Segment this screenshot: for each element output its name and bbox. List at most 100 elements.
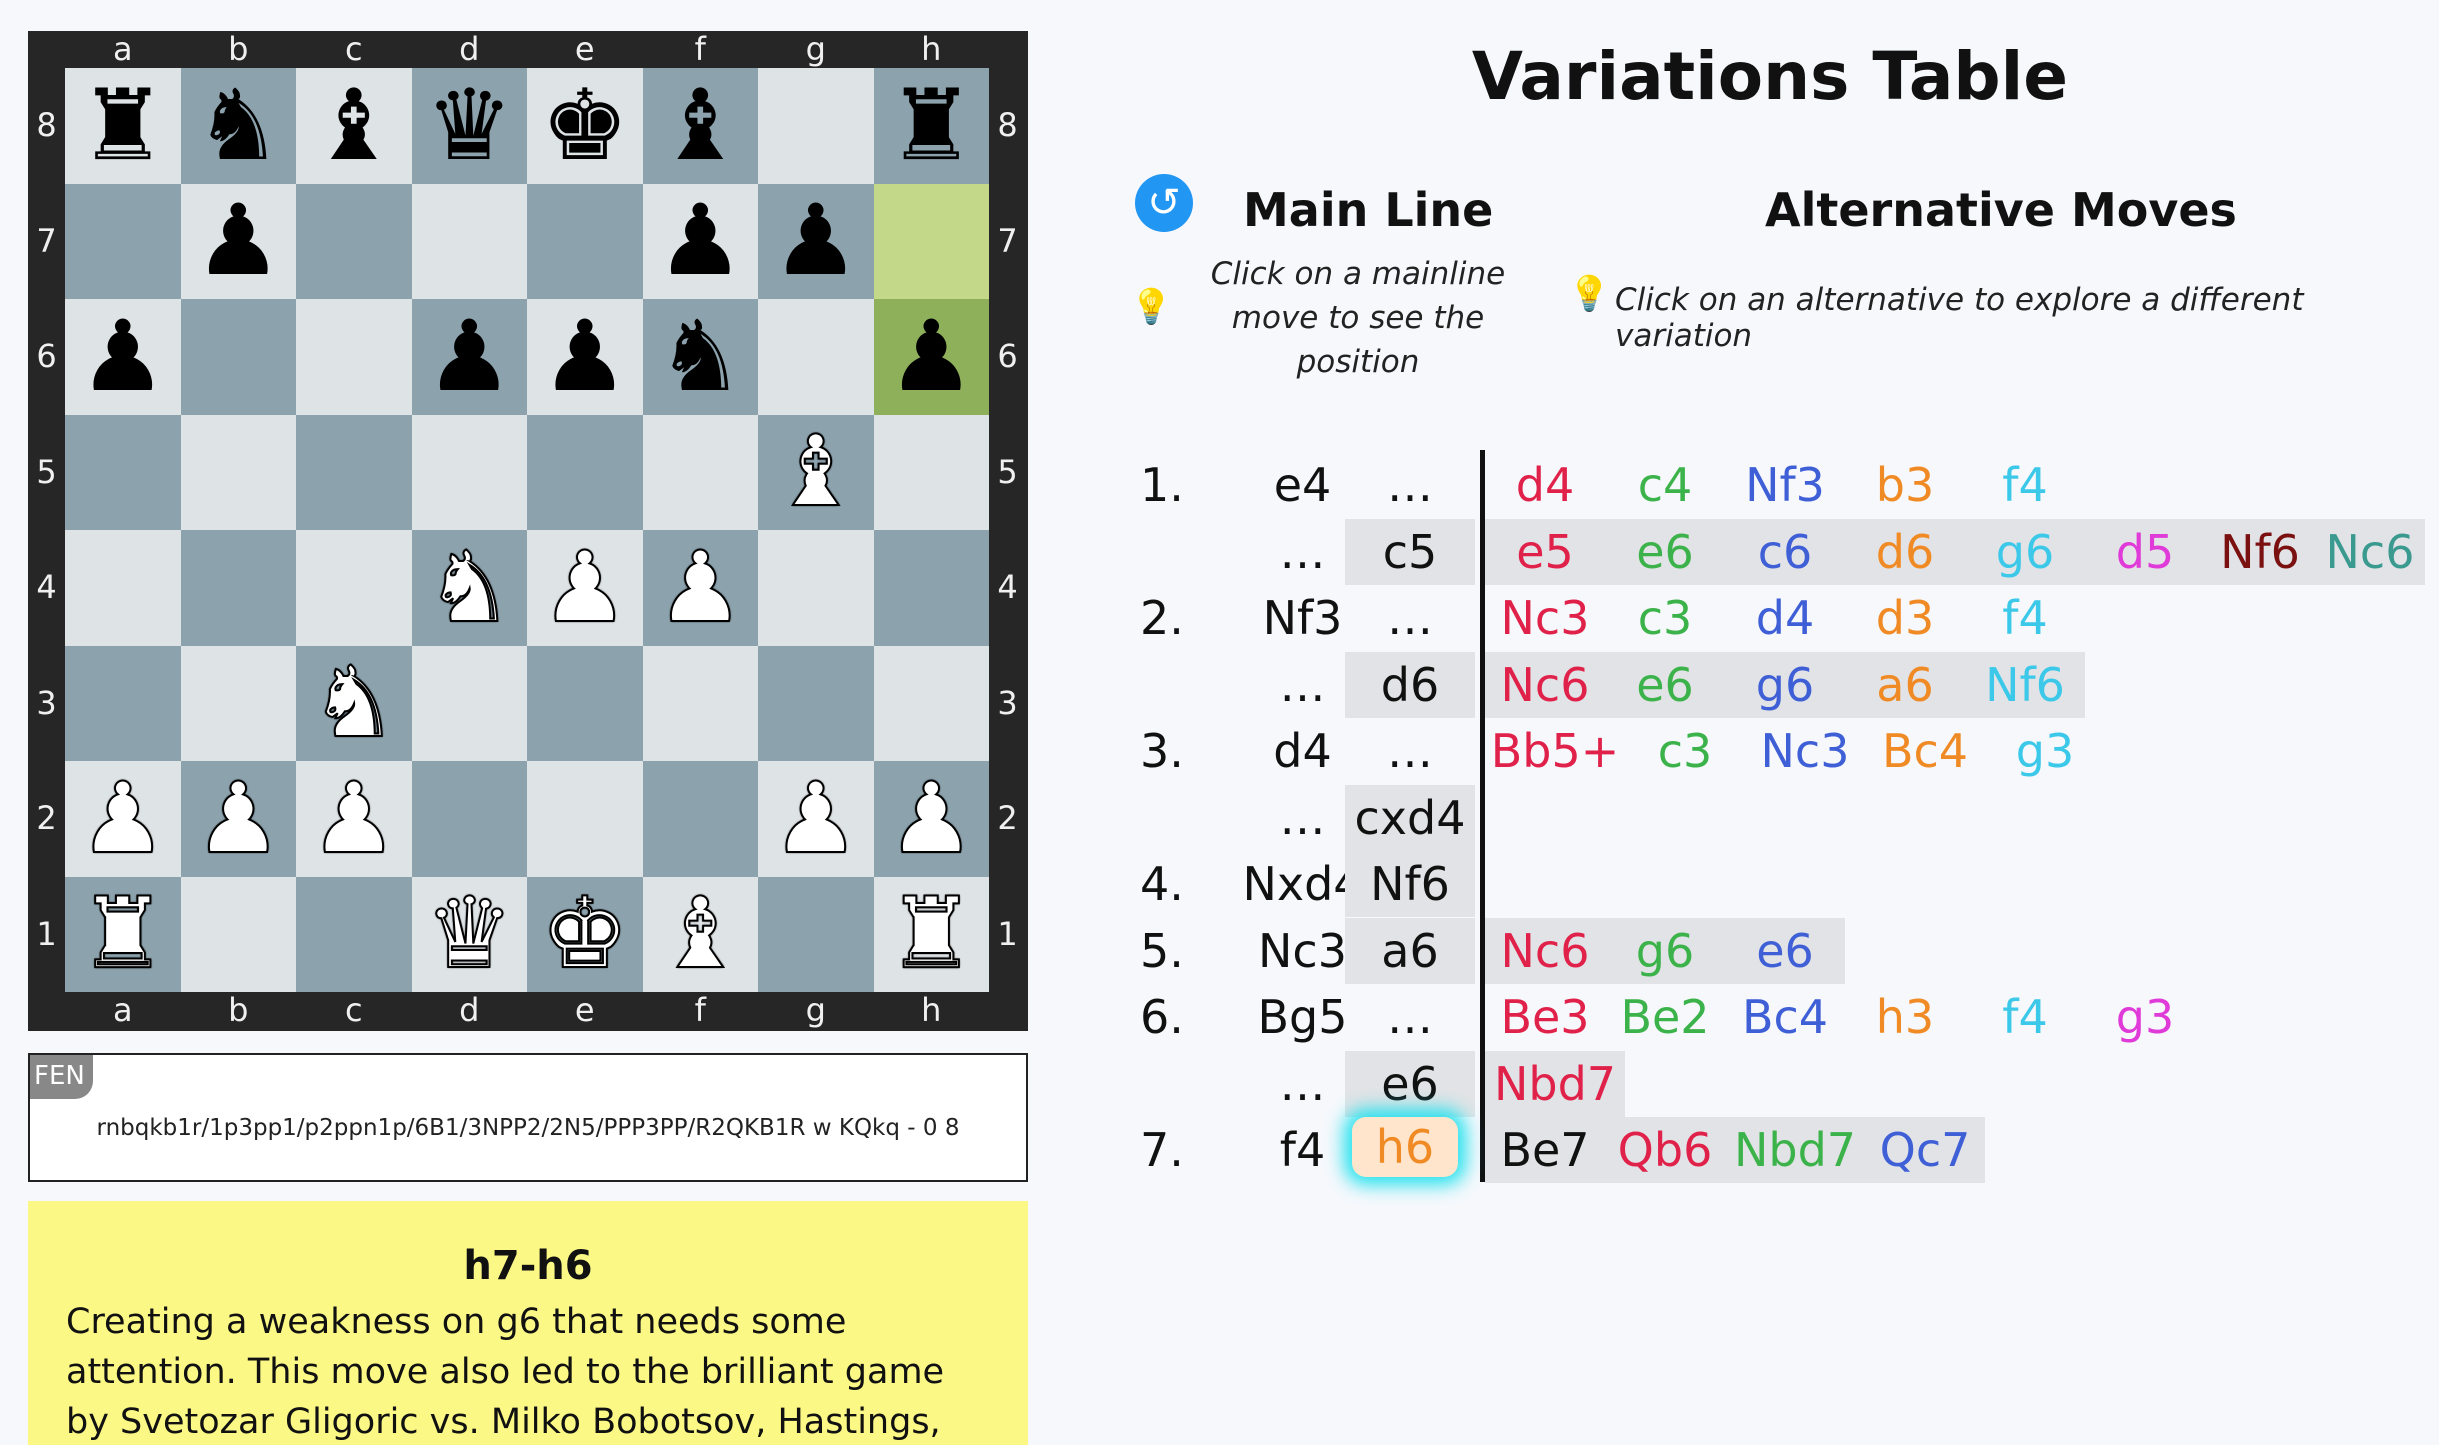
alternative-move[interactable]: g3: [2085, 984, 2205, 1050]
square-f2[interactable]: [642, 761, 758, 877]
white-knight-icon[interactable]: ♞: [424, 538, 514, 638]
alternative-move[interactable]: h3: [1845, 984, 1965, 1050]
square-e8[interactable]: ♚: [527, 68, 643, 184]
square-a3[interactable]: [65, 645, 181, 761]
square-b2[interactable]: ♟: [180, 761, 296, 877]
alternative-move[interactable]: e6: [1605, 652, 1725, 718]
square-a7[interactable]: [65, 183, 181, 299]
square-g6[interactable]: [758, 299, 874, 415]
black-pawn-icon[interactable]: ♟: [79, 308, 167, 406]
alternative-move[interactable]: Nc3: [1485, 585, 1605, 651]
square-a5[interactable]: [65, 414, 181, 530]
square-h5[interactable]: [873, 414, 989, 530]
alternative-move[interactable]: Nc6: [1485, 918, 1605, 984]
black-pawn-icon[interactable]: ♟: [656, 192, 744, 290]
square-f1[interactable]: ♝: [642, 876, 758, 992]
alternative-move[interactable]: c6: [1725, 519, 1845, 585]
square-a1[interactable]: ♜: [65, 876, 181, 992]
white-pawn-icon[interactable]: ♟: [771, 769, 861, 869]
square-g3[interactable]: [758, 645, 874, 761]
black-move[interactable]: e6: [1345, 1050, 1475, 1117]
square-c8[interactable]: ♝: [296, 68, 412, 184]
alternative-move[interactable]: Nf6: [2205, 519, 2315, 585]
square-e7[interactable]: [527, 183, 643, 299]
black-queen-icon[interactable]: ♛: [425, 77, 513, 175]
alternative-move[interactable]: g3: [1985, 718, 2105, 784]
square-f3[interactable]: [642, 645, 758, 761]
square-b5[interactable]: [180, 414, 296, 530]
square-b7[interactable]: ♟: [180, 183, 296, 299]
alternative-move[interactable]: Qb6: [1605, 1117, 1725, 1183]
square-d6[interactable]: ♟: [411, 299, 527, 415]
alternative-move[interactable]: f4: [1965, 452, 2085, 518]
square-c7[interactable]: [296, 183, 412, 299]
black-move[interactable]: Nf6: [1345, 851, 1475, 917]
alternative-move[interactable]: b3: [1845, 452, 1965, 518]
alternative-move[interactable]: Nf3: [1725, 452, 1845, 518]
alternative-move[interactable]: Bc4: [1865, 718, 1985, 784]
square-d1[interactable]: ♛: [411, 876, 527, 992]
alternative-move[interactable]: g6: [1605, 918, 1725, 984]
alternative-move[interactable]: f4: [1965, 585, 2085, 651]
alternative-move[interactable]: Bc4: [1725, 984, 1845, 1050]
square-c1[interactable]: [296, 876, 412, 992]
square-f4[interactable]: ♟: [642, 530, 758, 646]
white-rook-icon[interactable]: ♜: [78, 884, 168, 984]
black-rook-icon[interactable]: ♜: [887, 77, 975, 175]
alternative-move[interactable]: c3: [1605, 585, 1725, 651]
black-rook-icon[interactable]: ♜: [79, 77, 167, 175]
black-bishop-icon[interactable]: ♝: [310, 77, 398, 175]
square-h7[interactable]: [873, 183, 989, 299]
white-pawn-icon[interactable]: ♟: [886, 769, 976, 869]
alternative-move[interactable]: a6: [1845, 652, 1965, 718]
alternative-move[interactable]: e5: [1485, 519, 1605, 585]
square-g8[interactable]: [758, 68, 874, 184]
alternative-move[interactable]: Nc6: [2315, 519, 2425, 585]
black-move[interactable]: a6: [1345, 917, 1475, 984]
square-h4[interactable]: [873, 530, 989, 646]
alternative-move[interactable]: e6: [1605, 519, 1725, 585]
white-knight-icon[interactable]: ♞: [309, 653, 399, 753]
square-a4[interactable]: [65, 530, 181, 646]
black-move[interactable]: d6: [1345, 651, 1475, 718]
white-queen-icon[interactable]: ♛: [424, 884, 514, 984]
square-d5[interactable]: [411, 414, 527, 530]
white-rook-icon[interactable]: ♜: [886, 884, 976, 984]
black-knight-icon[interactable]: ♞: [656, 308, 744, 406]
alternative-move[interactable]: Be3: [1485, 984, 1605, 1050]
black-king-icon[interactable]: ♚: [541, 77, 629, 175]
alternative-move[interactable]: c3: [1625, 718, 1745, 784]
alternative-move[interactable]: d4: [1725, 585, 1845, 651]
square-b3[interactable]: [180, 645, 296, 761]
square-g4[interactable]: [758, 530, 874, 646]
white-pawn-icon[interactable]: ♟: [309, 769, 399, 869]
black-pawn-icon[interactable]: ♟: [772, 192, 860, 290]
square-c2[interactable]: ♟: [296, 761, 412, 877]
square-e5[interactable]: [527, 414, 643, 530]
square-c4[interactable]: [296, 530, 412, 646]
square-b1[interactable]: [180, 876, 296, 992]
black-move[interactable]: cxd4: [1345, 784, 1475, 851]
alternative-move[interactable]: Nbd7: [1485, 1051, 1625, 1117]
square-e4[interactable]: ♟: [527, 530, 643, 646]
alternative-move[interactable]: Bb5+: [1485, 718, 1625, 784]
white-pawn-icon[interactable]: ♟: [193, 769, 283, 869]
square-a8[interactable]: ♜: [65, 68, 181, 184]
square-c6[interactable]: [296, 299, 412, 415]
alternative-move[interactable]: d5: [2085, 519, 2205, 585]
alternative-move[interactable]: d4: [1485, 452, 1605, 518]
alternative-move[interactable]: e6: [1725, 918, 1845, 984]
alternative-move[interactable]: Nc6: [1485, 652, 1605, 718]
square-e6[interactable]: ♟: [527, 299, 643, 415]
black-pawn-icon[interactable]: ♟: [425, 308, 513, 406]
reset-button[interactable]: ↺: [1135, 174, 1193, 232]
black-move[interactable]: c5: [1345, 518, 1475, 585]
square-d2[interactable]: [411, 761, 527, 877]
current-move[interactable]: h6: [1352, 1117, 1458, 1177]
black-bishop-icon[interactable]: ♝: [656, 77, 744, 175]
square-a2[interactable]: ♟: [65, 761, 181, 877]
square-g1[interactable]: [758, 876, 874, 992]
alternative-move[interactable]: g6: [1965, 519, 2085, 585]
square-b4[interactable]: [180, 530, 296, 646]
white-bishop-icon[interactable]: ♝: [771, 422, 861, 522]
